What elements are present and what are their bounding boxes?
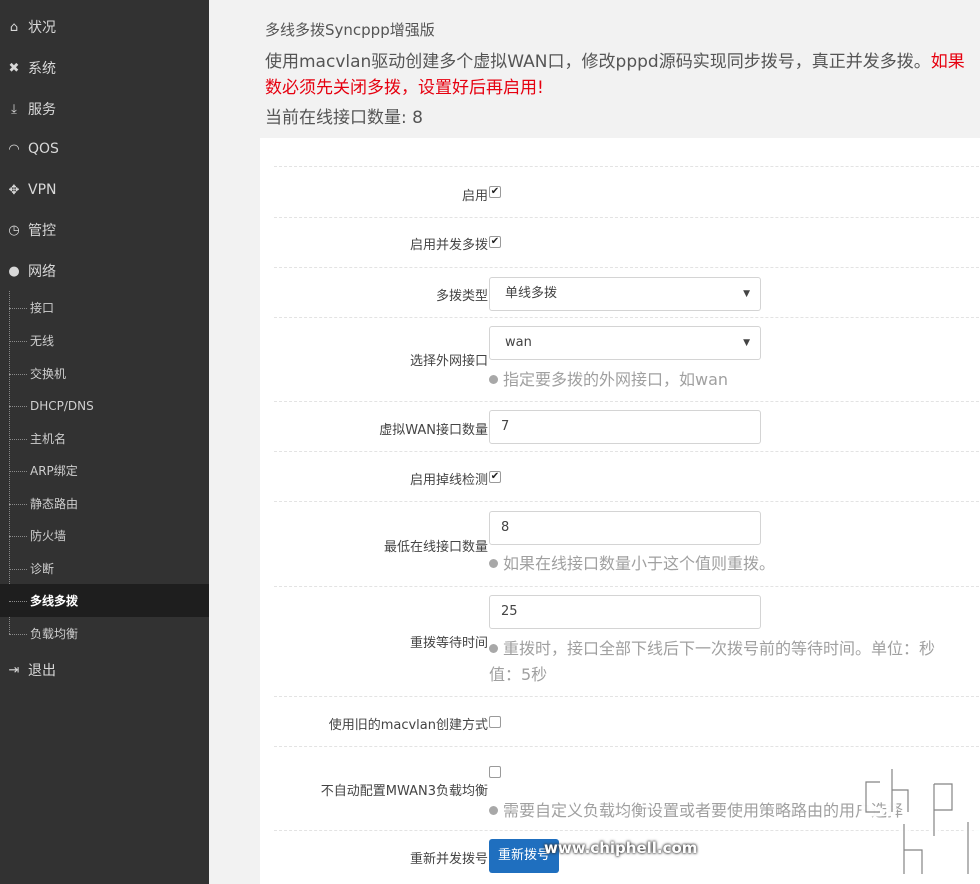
sidebar-item-label: QOS — [28, 141, 59, 157]
sidebar-item-qos[interactable]: ◠ QOS — [0, 129, 209, 169]
sidebar-sub-load-balance[interactable]: 负载均衡 — [0, 617, 209, 650]
sidebar-item-network[interactable]: ● 网络 — [0, 251, 209, 291]
sidebar-item-control[interactable]: ◷ 管控 — [0, 210, 209, 250]
sidebar-item-label: 网络 — [28, 264, 56, 280]
wan-interface-select[interactable]: wan ▼ — [489, 326, 761, 360]
sidebar-sub-wireless[interactable]: 无线 — [0, 324, 209, 357]
globe-icon: ● — [8, 263, 20, 279]
caret-down-icon: ▼ — [743, 338, 750, 348]
download-icon: ⤓ — [11, 101, 17, 117]
sidebar-item-status[interactable]: ⌂ 状况 — [0, 7, 209, 47]
sidebar-sub-diagnostics[interactable]: 诊断 — [0, 552, 209, 585]
field-label: 使用旧的macvlan创建方式 — [328, 718, 488, 733]
field-label: 最低在线接口数量 — [383, 540, 488, 555]
field-hint: 指定要多拨的外网接口，如wan — [489, 367, 728, 393]
drop-detect-checkbox[interactable]: ✔ — [489, 471, 501, 483]
row-wan-interface: 选择外网接口 wan ▼ 指定要多拨的外网接口，如wan — [274, 317, 980, 401]
home-icon: ⌂ — [9, 19, 19, 35]
sidebar-sub-label: 无线 — [30, 334, 55, 348]
field-label: 启用掉线检测 — [409, 473, 488, 488]
redial-wait-input[interactable]: 25 — [489, 595, 761, 629]
online-count: 当前在线接口数量: 8 — [265, 108, 423, 128]
sidebar-sub-static-routes[interactable]: 静态路由 — [0, 487, 209, 520]
sidebar-sub-label: 主机名 — [30, 432, 67, 446]
field-hint: 重拨时，接口全部下线后下一次拨号前的等待时间。单位：秒 值：5秒 — [489, 639, 936, 684]
old-macvlan-checkbox[interactable] — [489, 716, 501, 728]
sidebar-sub-label: 接口 — [30, 301, 55, 315]
page-title: 多线多拨Syncppp增强版 — [265, 21, 435, 39]
settings-panel: 启用 ✔ 启用并发多拨 ✔ 多拨类型 单线多拨 ▼ 选择外网接口 wan ▼ 指… — [260, 138, 980, 884]
field-label: 启用 — [461, 189, 488, 204]
row-min-online: 最低在线接口数量 8 如果在线接口数量小于这个值则重拨。 — [274, 501, 980, 586]
info-icon — [489, 806, 498, 815]
field-label: 选择外网接口 — [409, 354, 488, 369]
field-label: 重拨等待时间 — [409, 636, 488, 651]
field-label: 启用并发多拨 — [409, 238, 488, 253]
virtual-wan-count-input[interactable]: 7 — [489, 410, 761, 444]
caret-down-icon: ▼ — [743, 289, 750, 299]
sidebar-item-vpn[interactable]: ✥ VPN — [0, 170, 209, 210]
sidebar-sub-hostnames[interactable]: 主机名 — [0, 422, 209, 455]
row-enable-concurrent: 启用并发多拨 ✔ — [274, 217, 980, 267]
sidebar-sub-dhcp-dns[interactable]: DHCP/DNS — [0, 389, 209, 422]
sidebar-sub-multiwan-dial[interactable]: 多线多拨 — [0, 584, 209, 617]
logout-icon: ⇥ — [8, 662, 20, 678]
check-circle-icon: ◷ — [8, 222, 20, 238]
row-no-mwan3: 不自动配置MWAN3负载均衡 需要自定义负载均衡设置或者要使用策略路由的用户选择 — [274, 746, 980, 830]
watermark-url: www.chiphell.com — [544, 839, 698, 857]
sidebar-item-label: 系统 — [28, 61, 56, 77]
sidebar-sub-label: 多线多拨 — [30, 594, 79, 608]
gauge-icon: ◠ — [8, 141, 20, 157]
sidebar-sub-label: 负载均衡 — [30, 627, 79, 641]
main-content: 多线多拨Syncppp增强版 使用macvlan驱动创建多个虚拟WAN口，修改p… — [209, 0, 980, 884]
enable-checkbox[interactable]: ✔ — [489, 186, 501, 198]
field-label: 多拨类型 — [435, 289, 488, 304]
row-dial-type: 多拨类型 单线多拨 ▼ — [274, 267, 980, 317]
dial-type-select[interactable]: 单线多拨 ▼ — [489, 277, 761, 311]
page-description: 使用macvlan驱动创建多个虚拟WAN口，修改pppd源码实现同步拨号，真正并… — [265, 49, 980, 101]
sidebar-item-label: VPN — [28, 182, 57, 198]
description-warning: 如果 — [930, 52, 965, 72]
sidebar-sub-label: 诊断 — [30, 562, 55, 576]
tools-icon: ✖ — [8, 60, 20, 76]
sidebar-item-label: 退出 — [28, 663, 56, 679]
info-icon — [489, 559, 498, 568]
field-label: 重新并发拨号 — [409, 852, 488, 867]
sidebar-sub-label: DHCP/DNS — [30, 398, 94, 413]
select-value: 单线多拨 — [505, 286, 558, 301]
enable-concurrent-checkbox[interactable]: ✔ — [489, 236, 501, 248]
description-warning-cont: 数必须先关闭多拨，设置好后再启用! — [265, 78, 544, 98]
field-label: 虚拟WAN接口数量 — [379, 423, 488, 438]
arrows-icon: ✥ — [8, 182, 20, 198]
field-hint: 如果在线接口数量小于这个值则重拨。 — [489, 551, 775, 577]
sidebar-sub-arp[interactable]: ARP绑定 — [0, 454, 209, 487]
row-enable: 启用 ✔ — [274, 166, 980, 217]
sidebar-sub-label: 防火墙 — [30, 529, 67, 543]
sidebar-sub-switch[interactable]: 交换机 — [0, 357, 209, 390]
info-icon — [489, 375, 498, 384]
row-drop-detect: 启用掉线检测 ✔ — [274, 451, 980, 501]
sidebar: ⌂ 状况 ✖ 系统 ⤓ 服务 ◠ QOS ✥ VPN ◷ 管控 ● 网络 接口 无线 交换机 … — [0, 0, 209, 884]
field-label: 不自动配置MWAN3负载均衡 — [320, 784, 488, 799]
min-online-input[interactable]: 8 — [489, 511, 761, 545]
sidebar-item-system[interactable]: ✖ 系统 — [0, 48, 209, 88]
info-icon — [489, 644, 498, 653]
select-value: wan — [505, 335, 532, 350]
field-hint: 需要自定义负载均衡设置或者要使用策略路由的用户选择 — [489, 798, 903, 824]
sidebar-item-label: 管控 — [28, 223, 56, 239]
row-redial-wait: 重拨等待时间 25 重拨时，接口全部下线后下一次拨号前的等待时间。单位：秒 值：5… — [274, 586, 980, 696]
sidebar-sub-label: ARP绑定 — [30, 464, 78, 478]
sidebar-sub-interfaces[interactable]: 接口 — [0, 291, 209, 324]
no-mwan3-checkbox[interactable] — [489, 766, 501, 778]
row-virtual-wan-count: 虚拟WAN接口数量 7 — [274, 401, 980, 451]
sidebar-sub-label: 交换机 — [30, 367, 67, 381]
sidebar-sub-label: 静态路由 — [30, 497, 79, 511]
sidebar-item-services[interactable]: ⤓ 服务 — [0, 89, 209, 129]
sidebar-item-label: 服务 — [28, 102, 56, 118]
description-text: 使用macvlan驱动创建多个虚拟WAN口，修改pppd源码实现同步拨号，真正并… — [265, 52, 931, 72]
sidebar-item-logout[interactable]: ⇥ 退出 — [0, 650, 209, 690]
row-old-macvlan: 使用旧的macvlan创建方式 — [274, 696, 980, 746]
sidebar-item-label: 状况 — [28, 20, 56, 36]
sidebar-sub-firewall[interactable]: 防火墙 — [0, 519, 209, 552]
